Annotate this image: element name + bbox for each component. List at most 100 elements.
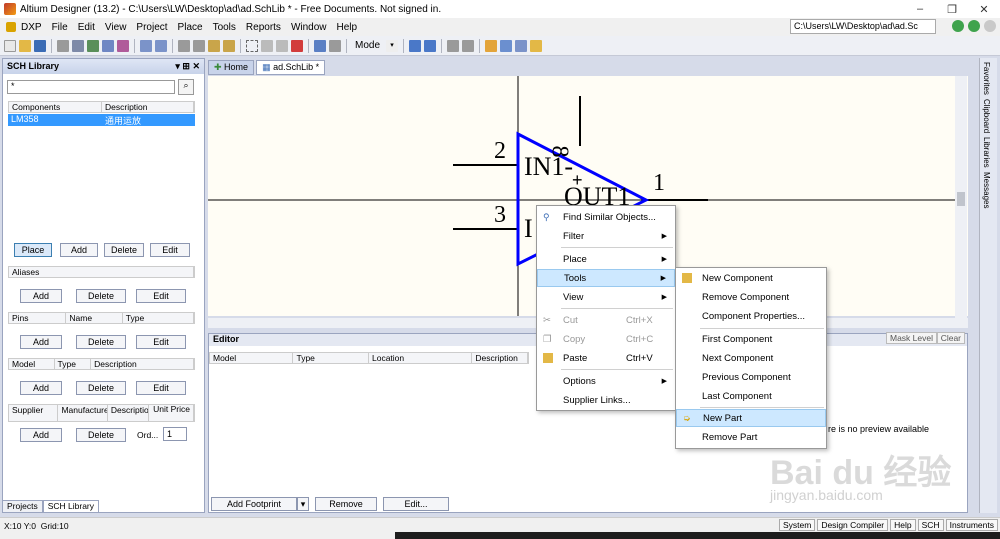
mode-dropdown[interactable]: Mode	[352, 40, 383, 51]
forward-icon[interactable]	[968, 20, 980, 32]
sub-remove-part[interactable]: Remove Part	[676, 428, 826, 446]
sub-next-component[interactable]: Next Component	[676, 349, 826, 367]
system-button[interactable]: System	[778, 519, 816, 531]
ctx-tools[interactable]: Tools ▶	[537, 269, 675, 287]
undo-icon[interactable]	[314, 39, 326, 52]
aliases-col[interactable]: Aliases	[9, 267, 194, 277]
sub-component-properties[interactable]: Component Properties...	[676, 307, 826, 325]
pins-col-name[interactable]: Name	[66, 313, 123, 323]
edit-model-button[interactable]: Edit...	[383, 497, 449, 511]
home-icon[interactable]	[984, 20, 996, 32]
mask-level-button[interactable]: Mask Level	[886, 332, 937, 344]
delete-supplier-button[interactable]: Delete	[76, 428, 126, 442]
delete-pin-button[interactable]: Delete	[76, 335, 126, 349]
ctx-copy[interactable]: ❐ Copy Ctrl+C	[537, 330, 675, 348]
ctx-place[interactable]: Place ▶	[537, 250, 675, 268]
pins-col-type[interactable]: Type	[123, 313, 194, 323]
remove-model-button[interactable]: Remove	[315, 497, 377, 511]
ctx-find-similar[interactable]: ⚲ Find Similar Objects...	[537, 208, 675, 226]
previous-part-icon[interactable]	[447, 39, 460, 52]
minimize-button[interactable]: –	[904, 3, 936, 15]
maximize-button[interactable]: ❐	[936, 3, 968, 16]
ctx-view[interactable]: View ▶	[537, 288, 675, 306]
clear-button[interactable]: Clear	[936, 332, 965, 344]
edit-alias-button[interactable]: Edit	[136, 289, 186, 303]
edit-component-button[interactable]: Edit	[150, 243, 190, 257]
menu-reports[interactable]: Reports	[241, 22, 286, 33]
supplier-col[interactable]: Supplier	[9, 405, 59, 421]
sch-button[interactable]: SCH	[917, 519, 944, 531]
sub-new-component[interactable]: New Component	[676, 269, 826, 287]
ctx-supplier-links[interactable]: Supplier Links...	[537, 391, 675, 409]
model-col[interactable]: Model	[9, 359, 55, 369]
libraries-tab[interactable]: Libraries	[982, 137, 991, 168]
tab-projects[interactable]: Projects	[2, 500, 43, 513]
panel-pin-controls[interactable]: ▾ ⊞ ✕	[175, 61, 200, 72]
supplier-col-unit-price[interactable]: Unit Price	[149, 405, 194, 421]
add-alias-button[interactable]: Add	[20, 289, 62, 303]
favorites-tab[interactable]: Favorites	[982, 62, 991, 95]
ctx-cut[interactable]: ✂ Cut Ctrl+X	[537, 311, 675, 329]
editor-col-description[interactable]: Description	[472, 353, 528, 363]
component-filter-input[interactable]: *	[7, 80, 175, 94]
instruments-button[interactable]: Instruments	[945, 519, 998, 531]
supplier-col-description[interactable]: Description	[108, 405, 150, 421]
sub-new-part[interactable]: ➭ New Part	[676, 409, 826, 427]
add-footprint-button[interactable]: Add Footprint	[211, 497, 297, 511]
filter-search-icon[interactable]: ⌕	[178, 79, 194, 95]
ctx-paste[interactable]: Paste Ctrl+V	[537, 349, 675, 367]
document-path-field[interactable]: C:\Users\LW\Desktop\ad\ad.Sc	[790, 19, 936, 34]
ctx-filter[interactable]: Filter ▶	[537, 227, 675, 245]
remove-part-icon[interactable]	[424, 39, 437, 52]
drawing-tools-icon[interactable]	[500, 39, 513, 52]
delete-component-button[interactable]: Delete	[104, 243, 144, 257]
menu-project[interactable]: Project	[131, 22, 172, 33]
redo-icon[interactable]	[329, 39, 341, 52]
utilities-icon[interactable]	[485, 39, 498, 52]
help-button[interactable]: Help	[890, 519, 916, 531]
editor-col-model[interactable]: Model	[210, 353, 294, 363]
components-col-description[interactable]: Description	[102, 102, 194, 112]
model-manager-icon[interactable]	[530, 39, 543, 52]
messages-tab[interactable]: Messages	[982, 172, 991, 208]
open-folder-icon[interactable]	[19, 39, 31, 52]
zoom-in-icon[interactable]	[140, 39, 152, 52]
model-col-description[interactable]: Description	[91, 359, 194, 369]
ctx-options[interactable]: Options ▶	[537, 372, 675, 390]
copy-icon[interactable]	[193, 39, 205, 52]
tab-home[interactable]: ✚ Home	[208, 60, 255, 75]
design-compiler-button[interactable]: Design Compiler	[817, 519, 889, 531]
add-model-button[interactable]: Add	[20, 381, 62, 395]
vertical-scrollbar[interactable]	[955, 76, 967, 318]
move-icon[interactable]	[261, 39, 273, 52]
paste-icon[interactable]	[208, 39, 220, 52]
next-part-icon[interactable]	[462, 39, 475, 52]
edit-model-button[interactable]: Edit	[136, 381, 186, 395]
place-button[interactable]: Place	[14, 243, 52, 257]
new-document-icon[interactable]	[4, 39, 16, 52]
print-preview-icon[interactable]	[72, 39, 84, 52]
chevron-down-icon[interactable]: ▾	[386, 39, 399, 52]
print-icon[interactable]	[57, 39, 69, 52]
add-pin-button[interactable]: Add	[20, 335, 62, 349]
delete-alias-button[interactable]: Delete	[76, 289, 126, 303]
order-quantity-stepper[interactable]: 1	[163, 427, 187, 441]
supplier-col-manufacturer[interactable]: Manufacturer	[58, 405, 108, 421]
menu-window[interactable]: Window	[286, 22, 332, 33]
sub-last-component[interactable]: Last Component	[676, 387, 826, 405]
browse-icon[interactable]	[102, 39, 114, 52]
menu-file[interactable]: File	[47, 22, 73, 33]
clear-filter-icon[interactable]	[291, 39, 303, 52]
components-col-name[interactable]: Components	[9, 102, 102, 112]
zoom-fit-icon[interactable]	[117, 39, 129, 52]
model-col-type[interactable]: Type	[55, 359, 92, 369]
back-icon[interactable]	[952, 20, 964, 32]
delete-model-button[interactable]: Delete	[76, 381, 126, 395]
select-area-icon[interactable]	[246, 39, 258, 52]
sub-remove-component[interactable]: Remove Component	[676, 288, 826, 306]
cut-icon[interactable]	[178, 39, 190, 52]
tab-schlib[interactable]: ▦ ad.SchLib *	[256, 60, 326, 75]
editor-col-type[interactable]: Type	[293, 353, 369, 363]
edit-pin-button[interactable]: Edit	[136, 335, 186, 349]
deselect-icon[interactable]	[276, 39, 288, 52]
